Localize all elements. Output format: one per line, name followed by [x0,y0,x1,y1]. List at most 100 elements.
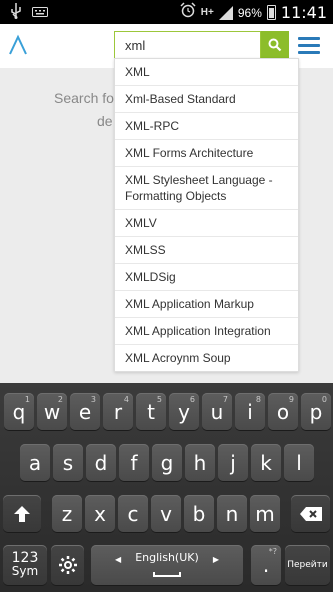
clock: 11:41 [280,3,327,22]
suggestion-item[interactable]: XML Application Integration [115,318,298,345]
key-k[interactable]: k [251,444,281,481]
key-label: i [247,399,253,424]
hamburger-menu-icon[interactable] [298,37,320,55]
key-i[interactable]: 8i [235,393,265,430]
key-o[interactable]: 9o [268,393,298,430]
backspace-key[interactable] [291,495,330,532]
key-d[interactable]: d [86,444,116,481]
key-e[interactable]: 3e [70,393,100,430]
key-label: y [178,399,190,424]
key-label: c [127,501,139,526]
key-alt-label: 1 [24,395,30,404]
key-alt-label: 8 [255,395,261,404]
key-label: t [147,399,155,424]
search-input[interactable] [115,32,260,58]
key-h[interactable]: h [185,444,215,481]
key-q[interactable]: 1q [4,393,34,430]
key-r[interactable]: 4r [103,393,133,430]
suggestion-item[interactable]: XML [115,59,298,86]
period-key[interactable]: *? . [251,545,281,585]
key-alt-label: 0 [321,395,327,404]
key-label: h [193,450,207,475]
chevron-right-icon: ▶ [212,555,219,564]
key-label: p [309,399,323,424]
key-label: d [94,450,108,475]
key-label: o [276,399,290,424]
key-label: l [296,450,302,475]
key-label: x [94,501,106,526]
logo-icon[interactable] [8,34,28,56]
key-n[interactable]: n [217,495,247,532]
key-b[interactable]: b [184,495,214,532]
shift-arrow-icon [14,505,30,522]
key-alt-label: 7 [222,395,228,404]
key-alt-label: 9 [288,395,294,404]
key-v[interactable]: v [151,495,181,532]
suggestion-item[interactable]: XML Application Markup [115,291,298,318]
suggestion-item[interactable]: XMLDSig [115,264,298,291]
status-bar: H+ 96% 11:41 [0,0,333,24]
key-label: k [260,450,272,475]
key-m[interactable]: m [250,495,280,532]
key-label: q [12,399,26,424]
backspace-icon [299,506,322,521]
symbols-key-label-2: Sym [11,564,39,578]
key-p[interactable]: 0p [301,393,331,430]
background-text-line2: de [97,113,113,129]
battery-icon [266,5,276,20]
key-label: n [225,501,239,526]
key-l[interactable]: l [284,444,314,481]
suggestion-item[interactable]: XML Forms Architecture [115,140,298,167]
suggestion-item[interactable]: XML Acroynm Soup [115,345,298,371]
settings-key[interactable] [51,545,84,585]
key-s[interactable]: s [53,444,83,481]
usb-icon [10,3,22,24]
key-label: v [160,501,172,526]
key-alt-label: 4 [123,395,129,404]
suggestion-item[interactable]: Xml-Based Standard [115,86,298,113]
key-u[interactable]: 7u [202,393,232,430]
background-text-line1: Search fo [54,90,114,106]
key-alt-label: 5 [156,395,162,404]
space-key[interactable]: ◀ English(UK) ▶ [91,545,243,585]
symbols-key[interactable]: 123 Sym [3,545,47,585]
suggestion-item[interactable]: XML-RPC [115,113,298,140]
hplus-data-icon: H+ [200,6,214,18]
period-key-label: . [262,553,270,577]
key-label: s [62,450,74,475]
key-label: j [230,450,236,475]
key-z[interactable]: z [52,495,82,532]
search-icon [268,38,282,52]
key-alt-label: 3 [90,395,96,404]
key-label: a [28,450,42,475]
keyboard-icon [32,5,48,23]
key-alt-label: 6 [189,395,195,404]
onscreen-keyboard: 123 Sym ◀ English(UK) ▶ *? . Перейти 1q2… [0,383,333,592]
shift-key[interactable] [3,495,41,532]
key-x[interactable]: x [85,495,115,532]
key-label: f [130,450,138,475]
suggestion-item[interactable]: XMLSS [115,237,298,264]
suggestion-item[interactable]: XML Stylesheet Language - Formatting Obj… [115,167,298,210]
key-y[interactable]: 6y [169,393,199,430]
key-alt-label: 2 [57,395,63,404]
search-button[interactable] [261,31,289,59]
chevron-left-icon: ◀ [115,555,122,564]
space-bar-icon [153,572,181,577]
key-a[interactable]: a [20,444,50,481]
search-field[interactable] [114,31,261,59]
key-w[interactable]: 2w [37,393,67,430]
period-key-alt: *? [268,547,277,556]
key-label: b [192,501,206,526]
key-label: g [160,450,174,475]
space-key-label: English(UK) [135,551,199,564]
key-c[interactable]: c [118,495,148,532]
key-j[interactable]: j [218,444,248,481]
go-key[interactable]: Перейти [285,545,330,585]
key-g[interactable]: g [152,444,182,481]
gear-icon [58,556,77,574]
key-f[interactable]: f [119,444,149,481]
key-label: r [113,399,123,424]
suggestion-item[interactable]: XMLV [115,210,298,237]
key-t[interactable]: 5t [136,393,166,430]
